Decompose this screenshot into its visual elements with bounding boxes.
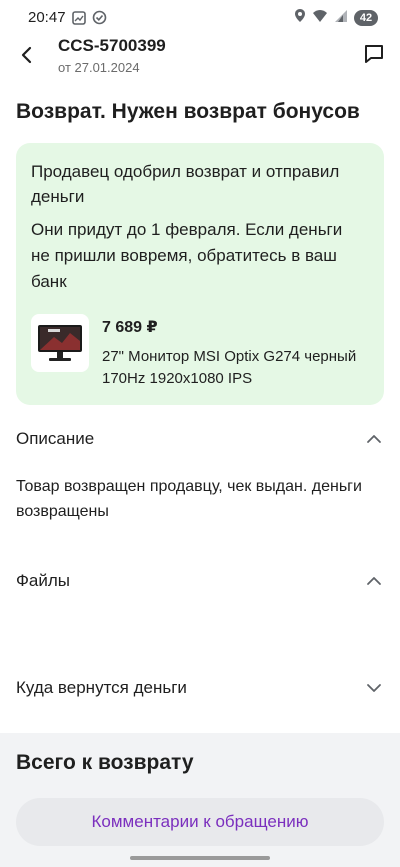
status-message: Они придут до 1 февраля. Если деньги не … (31, 220, 343, 291)
home-indicator[interactable] (130, 856, 270, 860)
files-section-header[interactable]: Файлы (0, 561, 400, 601)
arrow-left-icon (21, 46, 32, 64)
page-title: Возврат. Нужен возврат бонусов (16, 100, 360, 123)
refund-destination-label: Куда вернутся деньги (16, 678, 187, 697)
status-heading: Продавец одобрил возврат и отправил день… (31, 162, 340, 206)
notification-image-icon (72, 10, 86, 30)
product-name[interactable]: 27" Монитор MSI Optix G274 черный 170Hz … (102, 346, 372, 390)
comments-button[interactable]: Комментарии к обращению (16, 798, 384, 846)
refund-status-card: Продавец одобрил возврат и отправил день… (16, 143, 384, 405)
product-price: 7 689 ₽ (102, 319, 158, 336)
chat-button[interactable] (360, 40, 388, 68)
chevron-up-icon (364, 571, 384, 591)
back-button[interactable] (14, 42, 40, 68)
app-header: CCS-5700399 от 27.01.2024 (0, 34, 400, 80)
battery-badge: 42 (354, 10, 378, 26)
chevron-down-icon (364, 678, 384, 698)
chat-bubble-icon (365, 45, 383, 63)
chevron-up-icon (364, 429, 384, 449)
system-status-bar: 20:47 42 (0, 0, 400, 34)
refund-destination-section-header[interactable]: Куда вернутся деньги (0, 668, 400, 708)
refund-total-panel: Всего к возврату Комментарии к обращению (0, 733, 400, 867)
status-time: 20:47 (28, 9, 66, 26)
ticket-number: CCS-5700399 (58, 36, 166, 55)
signal-icon (334, 9, 348, 28)
notification-check-icon (92, 10, 107, 30)
description-section-header[interactable]: Описание (0, 419, 400, 459)
location-icon (294, 8, 306, 28)
wifi-icon (312, 9, 328, 28)
monitor-image-icon (38, 325, 82, 361)
ticket-date: от 27.01.2024 (58, 60, 140, 75)
product-image[interactable] (31, 314, 89, 372)
files-label: Файлы (16, 571, 71, 590)
total-refund-label: Всего к возврату (16, 751, 194, 774)
description-label: Описание (16, 429, 95, 448)
description-text: Товар возвращен продавцу, чек выдан. ден… (16, 478, 362, 520)
